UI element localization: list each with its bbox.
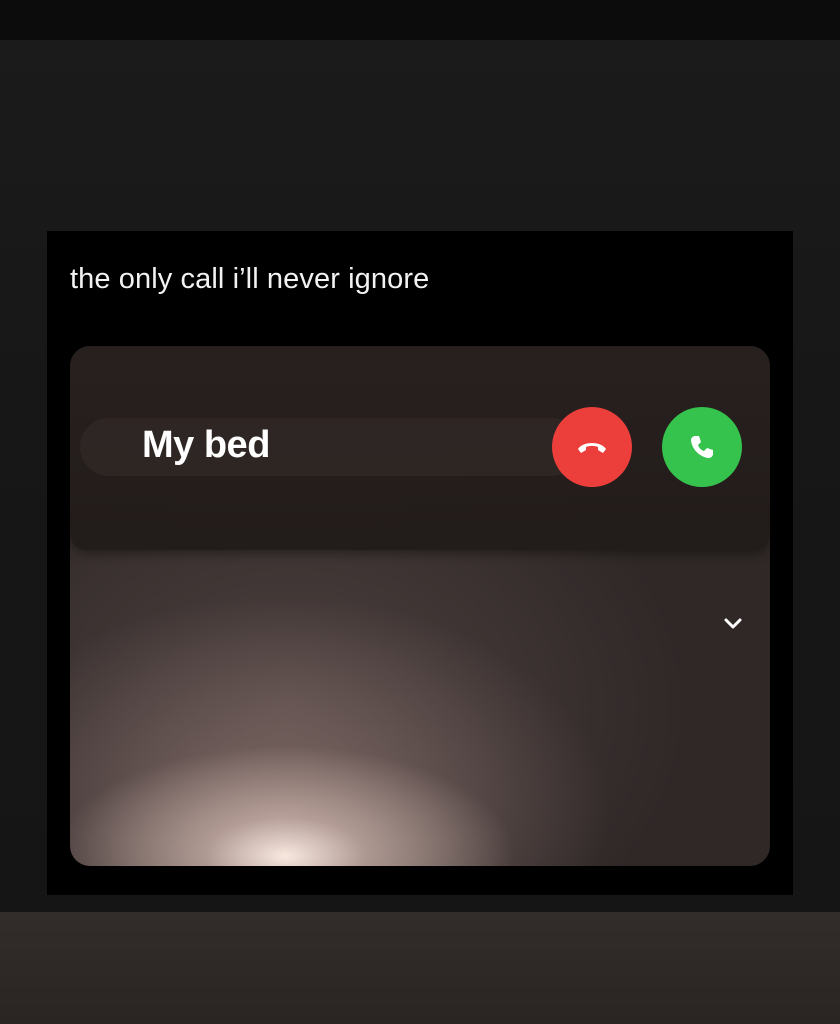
chevron-down-icon bbox=[724, 618, 742, 629]
bottom-bar bbox=[0, 912, 840, 1024]
accept-call-button[interactable] bbox=[662, 407, 742, 487]
phone-hangup-icon bbox=[578, 443, 606, 453]
post-caption: the only call i’ll never ignore bbox=[70, 263, 430, 295]
incoming-call-banner: My bed bbox=[70, 346, 770, 550]
expand-button[interactable] bbox=[713, 604, 753, 644]
caller-name: My bed bbox=[142, 424, 270, 466]
post-card: the only call i’ll never ignore My bed bbox=[47, 231, 793, 895]
top-bar bbox=[0, 0, 840, 40]
post-photo: My bed bbox=[70, 346, 770, 866]
decline-call-button[interactable] bbox=[552, 407, 632, 487]
phone-icon bbox=[691, 436, 713, 458]
